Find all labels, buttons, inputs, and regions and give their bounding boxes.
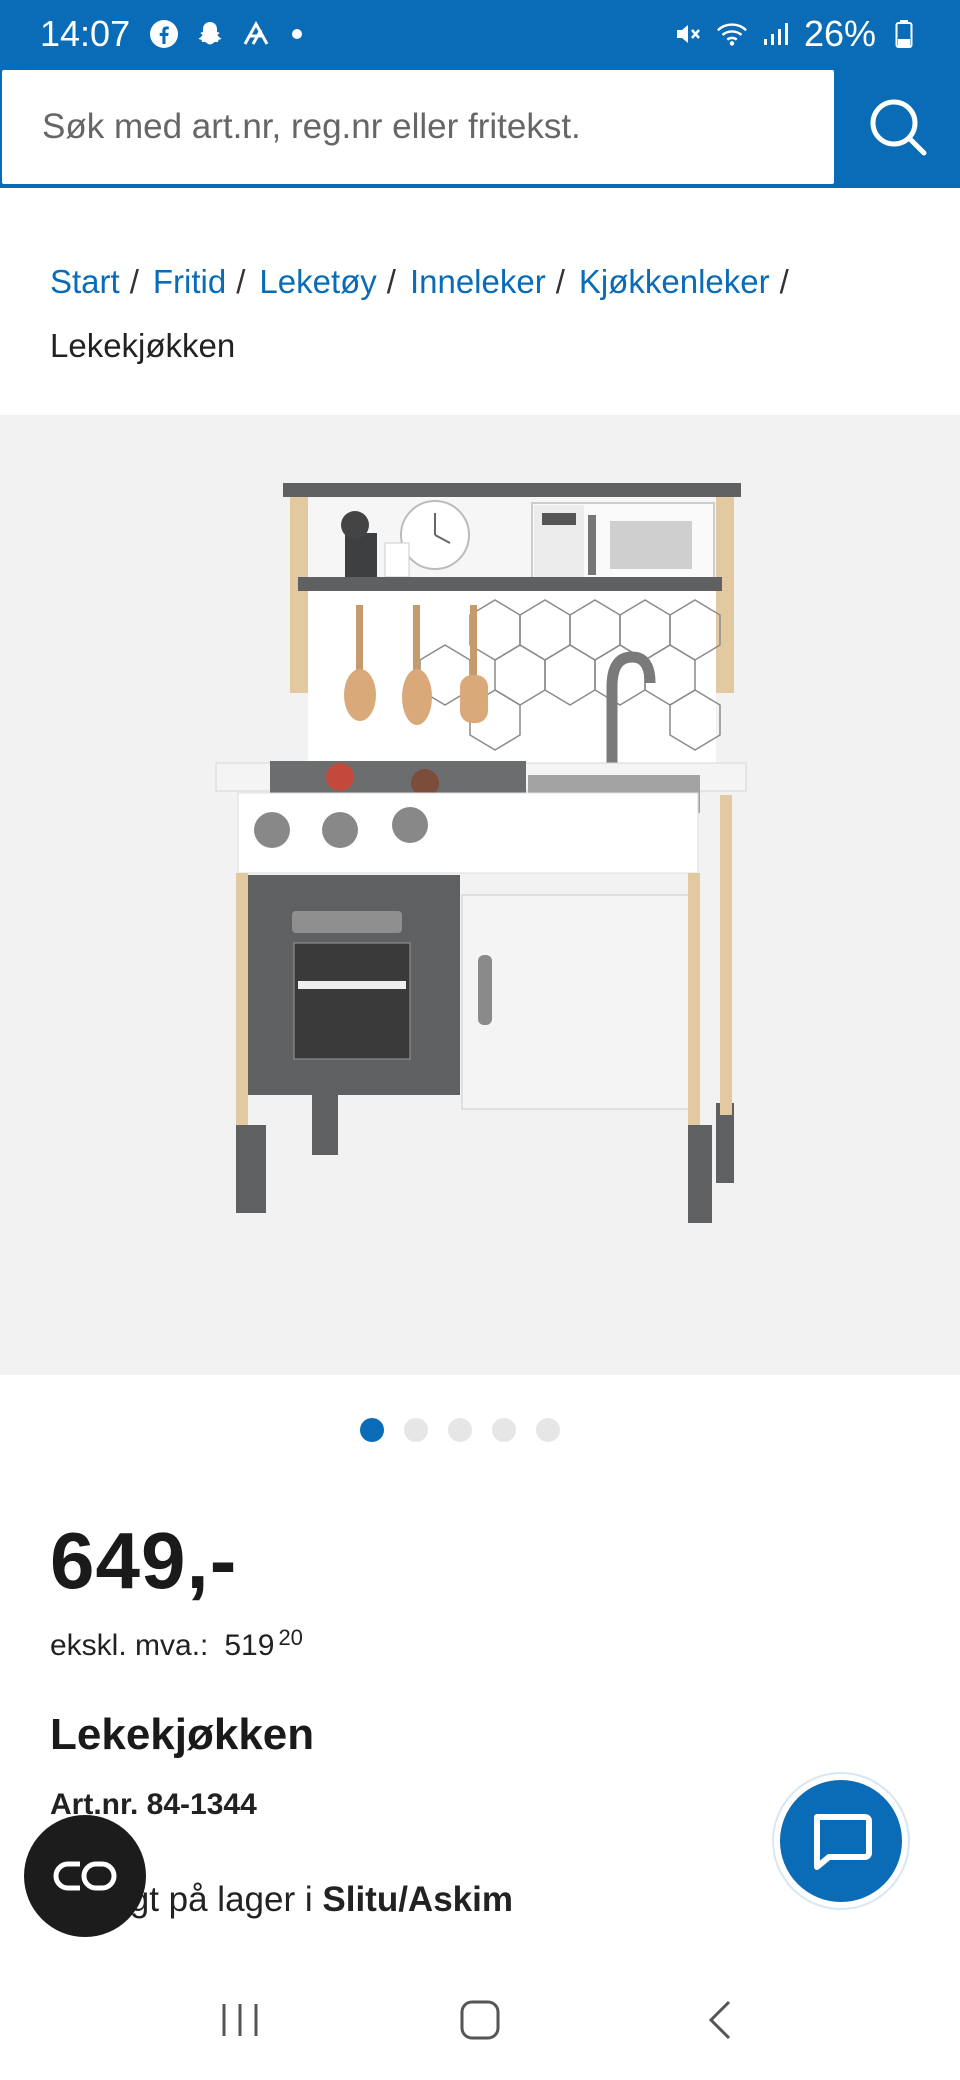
- back-button[interactable]: [680, 1980, 760, 2060]
- ex-vat-amount: 519: [224, 1629, 275, 1662]
- recent-apps-icon: [222, 2004, 258, 2036]
- search-box[interactable]: [0, 68, 836, 186]
- breadcrumb: Start / Fritid / Leketøy / Inneleker / Kjøkkenle…: [50, 250, 920, 378]
- carousel-dot[interactable]: [404, 1418, 428, 1442]
- ex-vat-decimals: 20: [278, 1625, 303, 1650]
- chat-icon: [814, 1814, 872, 1870]
- co-icon: [53, 1861, 117, 1891]
- more-notifications-icon: [292, 29, 303, 39]
- back-icon: [708, 2000, 731, 2040]
- product-image[interactable]: [0, 415, 960, 1375]
- carousel-indicator: [0, 1418, 960, 1442]
- co-browsing-button[interactable]: [24, 1815, 146, 1937]
- facebook-icon: [148, 18, 180, 50]
- breadcrumb-separator: /: [386, 263, 396, 300]
- carousel-dot[interactable]: [492, 1418, 516, 1442]
- battery-percent: 26%: [803, 13, 876, 54]
- breadcrumb-separator: /: [236, 263, 246, 300]
- search-input[interactable]: [42, 107, 834, 147]
- search-icon: [870, 99, 927, 156]
- ex-vat-label: ekskl. mva.:: [50, 1629, 209, 1662]
- carousel-dot[interactable]: [360, 1418, 384, 1442]
- breadcrumb-leketoy[interactable]: Leketøy: [259, 263, 376, 300]
- breadcrumb-kjokkenleker[interactable]: Kjøkkenleker: [579, 263, 770, 300]
- search-button[interactable]: [836, 68, 960, 186]
- status-time: 14:07: [40, 13, 131, 54]
- product-price: 649,-: [50, 1516, 238, 1605]
- wifi-icon: [716, 18, 748, 50]
- breadcrumb-inneleker[interactable]: Inneleker: [410, 263, 546, 300]
- stock-store-link[interactable]: Slitu/Askim: [322, 1880, 513, 1919]
- product-title: Lekekjøkken: [50, 1710, 315, 1759]
- status-bar: 14:07 26%: [0, 0, 960, 68]
- breadcrumb-current: Lekekjøkken: [50, 327, 236, 364]
- breadcrumb-separator: /: [129, 263, 139, 300]
- chat-button[interactable]: [774, 1774, 908, 1908]
- status-system: 26%: [672, 13, 920, 55]
- app-icon: [240, 18, 272, 50]
- carousel-dot[interactable]: [536, 1418, 560, 1442]
- breadcrumb-separator: /: [779, 263, 789, 300]
- recent-apps-button[interactable]: [200, 1980, 280, 2060]
- play-kitchen-illustration: [215, 483, 747, 1223]
- signal-icon: [760, 18, 792, 50]
- battery-icon: [888, 18, 920, 50]
- breadcrumb-separator: /: [555, 263, 565, 300]
- breadcrumb-start[interactable]: Start: [50, 263, 120, 300]
- system-nav-bar: [0, 1960, 960, 2080]
- snapchat-icon: [194, 18, 226, 50]
- price-ex-vat: ekskl. mva.: 519 20: [50, 1625, 303, 1663]
- mute-icon: [672, 18, 704, 50]
- home-icon: [460, 2000, 500, 2040]
- search-bar: [0, 68, 960, 188]
- home-button[interactable]: [440, 1980, 520, 2060]
- carousel-dot[interactable]: [448, 1418, 472, 1442]
- status-notifications: [148, 18, 303, 50]
- breadcrumb-fritid[interactable]: Fritid: [153, 263, 226, 300]
